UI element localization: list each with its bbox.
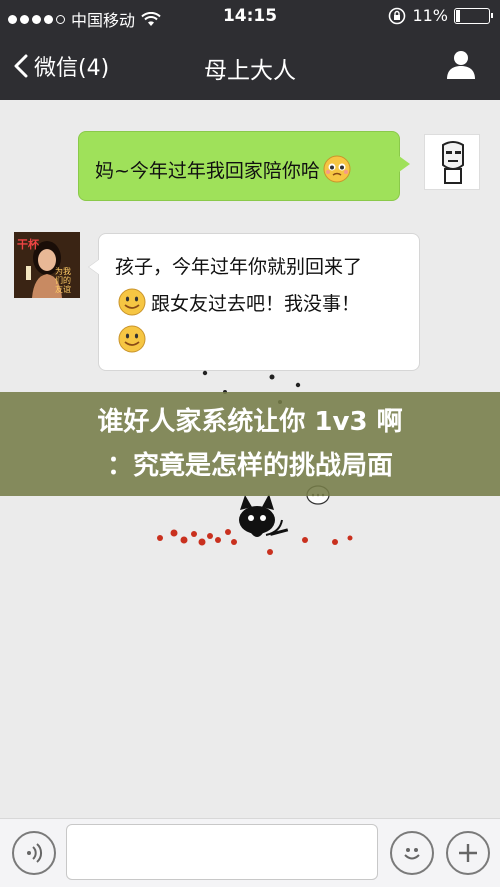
my-message-bubble[interactable]: 妈~今年过年我回家陪你哈: [78, 131, 410, 201]
nav-bar: 微信(4) 母上大人: [0, 32, 500, 100]
chat-title: 母上大人: [204, 58, 296, 84]
status-bar: 中国移动 14:15 11%: [0, 0, 500, 32]
mom-message-line2: 跟女友过去吧！我没事！: [151, 292, 361, 315]
pleading-emoji-icon: [323, 155, 351, 183]
avatar-caption-text: 为我们的友谊: [55, 267, 71, 294]
my-avatar[interactable]: [424, 134, 480, 190]
more-options-button[interactable]: [446, 831, 490, 875]
cartoon-face-avatar-icon: [442, 141, 464, 184]
contact-info-button[interactable]: [446, 49, 476, 83]
battery-icon: [454, 7, 493, 24]
smile-emoji-icon: [118, 325, 146, 353]
person-icon: [447, 51, 475, 79]
mom-message-line1: 孩子，今年过年你就别回来了: [115, 256, 363, 278]
avatar-sticker-text: 干杯: [17, 238, 39, 251]
mom-message-bubble[interactable]: 孩子，今年过年你就别回来了 跟女友过去吧！我没事！: [88, 233, 420, 371]
input-bar: [0, 818, 500, 887]
caption-line1: 谁好人家系统让你 1v3 啊: [97, 407, 403, 437]
plus-icon: [459, 844, 477, 862]
voice-icon: [27, 843, 43, 863]
emoji-face-icon: [404, 848, 420, 860]
caption-line2: ：究竟是怎样的挑战局面: [106, 451, 393, 481]
emoji-button[interactable]: [390, 831, 434, 875]
rotation-lock-icon: [389, 7, 406, 24]
battery-percent: 11%: [412, 6, 448, 25]
voice-input-button[interactable]: [12, 831, 56, 875]
status-right: 11%: [388, 6, 493, 25]
message-input[interactable]: [66, 824, 378, 880]
my-message-text: 妈~今年过年我回家陪你哈: [95, 159, 320, 182]
smile-emoji-icon: [118, 288, 146, 316]
black-cat-icon: [239, 494, 289, 537]
caption-overlay: 谁好人家系统让你 1v3 啊 ：究竟是怎样的挑战局面: [0, 392, 500, 496]
mom-avatar[interactable]: 干杯 为我们的友谊: [14, 232, 80, 298]
